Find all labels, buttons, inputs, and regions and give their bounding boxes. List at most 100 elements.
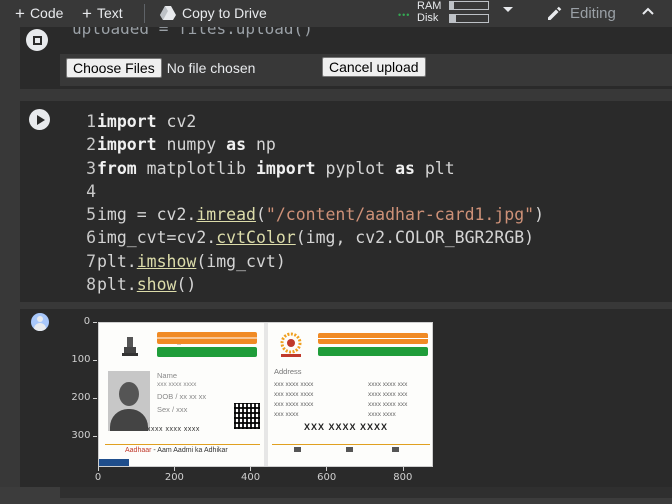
y-tick-mark [93, 322, 97, 323]
run-cell-button[interactable] [29, 109, 50, 130]
resource-monitor[interactable]: RAM Disk [417, 0, 441, 24]
back-tricolor-top [318, 333, 428, 344]
cancel-upload-button[interactable]: Cancel upload [322, 57, 426, 77]
line-number: 7 [86, 251, 96, 271]
code-token: as [395, 158, 415, 178]
code-line[interactable]: 6img_cvt=cv2.cvtColor(img, cv2.COLOR_BGR… [72, 226, 544, 249]
code-token: ) [534, 205, 545, 225]
editing-label: Editing [570, 4, 616, 22]
y-tick-label: 200 [71, 392, 91, 404]
code-token: matplotlib [136, 158, 256, 178]
y-tick-mark [93, 436, 97, 438]
back-uid: XXX XXXX XXXX [304, 422, 389, 432]
line-number: 4 [86, 181, 96, 201]
x-tick-label: 200 [164, 472, 184, 483]
code-line[interactable]: 8plt.show() [72, 273, 544, 296]
x-tick-label: 800 [393, 472, 413, 483]
add-code-label: Code [29, 5, 64, 21]
y-tick-label: 0 [83, 316, 91, 327]
scrollbar-track [60, 487, 672, 498]
code-token: numpy [156, 135, 227, 155]
line-number: 5 [86, 205, 96, 225]
front-footer: Aadhaar - Aam Aadmi ka Adhikar [125, 447, 228, 454]
code-token: plt [414, 158, 455, 178]
y-tick-label: 100 [71, 354, 91, 366]
code-editor[interactable]: 1import cv2 2import numpy as np 3from matp… [72, 110, 544, 296]
card-back: Address xxx xxxx xxxx xxx xxxx xxxx xxx … [268, 323, 432, 466]
address-row-2: xxx xxxx xxxx [274, 391, 314, 398]
add-code-button[interactable]: + Code [15, 0, 63, 26]
code-line[interactable]: 2import numpy as np [72, 133, 544, 156]
choose-files-button[interactable]: Choose Files [66, 58, 162, 78]
address-row-3: xxx xxxx xxxx [274, 401, 314, 408]
aadhaar-logo-icon [280, 332, 302, 357]
copy-to-drive-button[interactable]: Copy to Drive [160, 0, 267, 26]
disk-label: Disk [417, 12, 439, 24]
dob-label: DOB / xx xx xx [157, 392, 207, 401]
code-token: cv2 [156, 112, 197, 131]
add-text-button[interactable]: + Text [82, 0, 123, 26]
mail-icon [346, 447, 353, 452]
upload-cell-code[interactable]: uploaded = files.upload() [58, 27, 672, 49]
code-line[interactable]: 5img = cv2.imread("/content/aadhar-card1… [72, 203, 544, 226]
address-row-r3: xxxx xxxx xxx [368, 401, 408, 408]
card-front: — Name xxx xxxx xxxx DOB / xx xx xx Sex … [99, 323, 264, 466]
tricolor-band-bottom [157, 347, 257, 357]
code-line[interactable]: 3from matplotlib import pyplot as plt [72, 157, 544, 180]
y-tick-label: 300 [71, 430, 91, 442]
line-number: 3 [86, 158, 96, 178]
avatar-head [37, 316, 43, 322]
address-row-1: xxx xxxx xxxx [274, 381, 314, 388]
resource-bars[interactable] [449, 1, 489, 27]
code-token: np [246, 135, 276, 155]
copy-to-drive-label: Copy to Drive [182, 5, 267, 21]
code-token: () [176, 275, 197, 295]
code-line[interactable]: 4 [72, 180, 544, 203]
x-tick-mark [98, 467, 99, 471]
output-gutter [20, 309, 60, 487]
x-tick-label: 0 [94, 472, 102, 483]
x-tick-mark [402, 467, 404, 471]
photo-placeholder [108, 371, 150, 431]
address-row-r1: xxxx xxxx xxx [368, 381, 408, 388]
front-footer-text: - Aam Aadmi ka Adhikar [151, 447, 228, 454]
disk-bar [449, 14, 489, 23]
code-token: pyplot [315, 158, 396, 178]
front-corner-badge [99, 459, 129, 466]
add-text-label: Text [96, 5, 123, 21]
address-label: Address [274, 367, 302, 376]
photo-head [119, 382, 139, 406]
code-token: import [255, 158, 316, 178]
code-line[interactable]: 1import cv2 [72, 110, 544, 133]
chevron-up-icon[interactable] [641, 6, 655, 16]
code-line[interactable]: 7plt.imshow(img_cvt) [72, 250, 544, 273]
tricolor-band-top [157, 332, 257, 344]
toolbar-divider [144, 4, 145, 23]
code-token: cvtColor [216, 228, 296, 248]
code-token: imshow [136, 251, 197, 271]
line-number: 2 [86, 135, 96, 155]
code-token: ( [255, 205, 266, 225]
avatar-body [34, 323, 46, 331]
address-row-4: xxx xxxx [274, 411, 299, 418]
caret-down-icon[interactable] [503, 7, 513, 12]
play-icon [36, 114, 45, 125]
back-footer-line [272, 444, 430, 445]
file-status-text: No file chosen [166, 60, 256, 76]
front-footer-orange: Aadhaar [125, 447, 152, 454]
connected-dots-icon: ••• [398, 10, 411, 20]
y-tick-mark [93, 398, 97, 400]
back-tricolor-bottom [318, 347, 428, 356]
y-tick-mark [93, 360, 97, 362]
address-row-r4: xxxx xxxx [368, 411, 396, 418]
horizontal-scrollbar[interactable] [0, 487, 672, 504]
output-avatar-icon[interactable] [31, 313, 49, 331]
upload-widget-output: Choose Files No file chosen Cancel uploa… [60, 54, 672, 86]
code-token: import [97, 112, 157, 131]
photo-body [110, 409, 148, 431]
emblem-icon [122, 337, 138, 356]
editing-mode-button[interactable]: Editing [546, 0, 616, 26]
phone-icon [294, 447, 301, 452]
stop-execution-button[interactable] [26, 29, 48, 51]
code-token: img = cv2. [97, 205, 197, 225]
